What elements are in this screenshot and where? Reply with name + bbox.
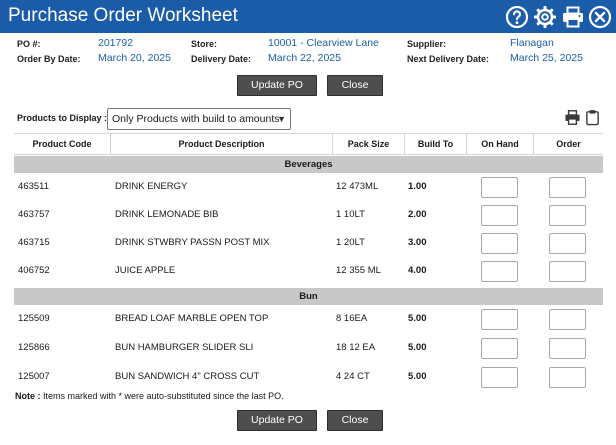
pack-size: 4 24 CT xyxy=(336,371,370,382)
product-code: 463511 xyxy=(18,181,49,192)
build-to: 4.00 xyxy=(408,265,427,276)
product-code: 463715 xyxy=(18,237,50,248)
update-po-button-bottom[interactable]: Update PO xyxy=(237,410,317,431)
order-input[interactable] xyxy=(549,309,586,330)
products-to-display-value: Only Products with build to amounts xyxy=(112,113,280,125)
close-icon[interactable] xyxy=(588,5,612,29)
chevron-down-icon: ▼ xyxy=(277,114,286,124)
on-hand-input[interactable] xyxy=(481,233,518,254)
gear-icon[interactable] xyxy=(533,5,557,29)
product-code: 125866 xyxy=(18,342,50,353)
clipboard-icon[interactable] xyxy=(584,109,601,126)
product-description: DRINK STWBRY PASSN POST MIX xyxy=(115,237,270,248)
table-row: 125007 BUN SANDWICH 4" CROSS CUT 4 24 CT… xyxy=(14,363,603,391)
table-header: Product Code Product Description Pack Si… xyxy=(14,133,603,155)
table-row: 406752 JUICE APPLE 12 355 ML 4.00 xyxy=(14,257,603,285)
table-row: 125509 BREAD LOAF MARBLE OPEN TOP 8 16EA… xyxy=(14,305,603,333)
on-hand-input[interactable] xyxy=(481,177,518,198)
on-hand-input[interactable] xyxy=(481,205,518,226)
column-header-product-code: Product Code xyxy=(32,139,92,149)
window-title: Purchase Order Worksheet xyxy=(8,5,238,26)
build-to: 5.00 xyxy=(408,371,427,382)
print-icon[interactable] xyxy=(561,5,585,29)
table-row: 463715 DRINK STWBRY PASSN POST MIX 1 20L… xyxy=(14,229,603,257)
build-to: 3.00 xyxy=(408,237,427,248)
supplier-value: Flanagan xyxy=(510,37,554,49)
build-to: 5.00 xyxy=(408,342,427,353)
note-label: Note : xyxy=(15,391,41,401)
column-header-on-hand: On Hand xyxy=(466,134,533,155)
group-header-bun: Bun xyxy=(14,288,603,305)
product-description: BUN HAMBURGER SLIDER SLI xyxy=(115,342,254,353)
help-icon[interactable] xyxy=(505,5,529,29)
next-delivery-date-label: Next Delivery Date: xyxy=(407,54,490,64)
delivery-date-value: March 22, 2025 xyxy=(268,52,341,64)
order-input[interactable] xyxy=(549,205,586,226)
po-number-label: PO #: xyxy=(17,39,41,49)
build-to: 5.00 xyxy=(408,313,427,324)
close-button-bottom[interactable]: Close xyxy=(327,410,383,431)
delivery-date-label: Delivery Date: xyxy=(191,54,252,64)
column-header-build-to: Build To xyxy=(404,134,466,155)
order-input[interactable] xyxy=(549,338,586,359)
product-description: DRINK ENERGY xyxy=(115,181,188,192)
order-input[interactable] xyxy=(549,233,586,254)
product-code: 125509 xyxy=(18,313,50,324)
pack-size: 8 16EA xyxy=(336,313,368,324)
pack-size: 12 355 ML xyxy=(336,265,381,276)
on-hand-input[interactable] xyxy=(481,367,518,388)
order-input[interactable] xyxy=(549,177,586,198)
store-value: 10001 - Clearview Lane xyxy=(268,37,379,49)
product-code: 125007 xyxy=(18,371,50,382)
order-input[interactable] xyxy=(549,261,586,282)
table-row: 463757 DRINK LEMONADE BIB 1 10LT 2.00 xyxy=(14,201,603,229)
on-hand-input[interactable] xyxy=(481,261,518,282)
table-row: 125866 BUN HAMBURGER SLIDER SLI 18 12 EA… xyxy=(14,334,603,362)
order-by-date-value: March 20, 2025 xyxy=(98,52,171,64)
product-description: JUICE APPLE xyxy=(115,265,176,276)
close-button-top[interactable]: Close xyxy=(327,75,383,96)
pack-size: 12 473ML xyxy=(336,181,379,192)
order-input[interactable] xyxy=(549,367,586,388)
next-delivery-date-value: March 25, 2025 xyxy=(510,52,583,64)
product-description: BREAD LOAF MARBLE OPEN TOP xyxy=(115,313,269,324)
print-table-icon[interactable] xyxy=(564,109,581,126)
po-number-value: 201792 xyxy=(98,37,134,49)
product-code: 406752 xyxy=(18,265,50,276)
title-bar: Purchase Order Worksheet xyxy=(0,0,616,33)
column-header-product-description: Product Description xyxy=(110,134,332,155)
product-description: BUN SANDWICH 4" CROSS CUT xyxy=(115,371,260,382)
pack-size: 1 20LT xyxy=(336,237,365,248)
column-header-order: Order xyxy=(533,134,603,155)
store-label: Store: xyxy=(191,39,218,49)
product-description: DRINK LEMONADE BIB xyxy=(115,209,219,220)
substitution-note: Note : Items marked with * were auto-sub… xyxy=(15,391,284,401)
column-header-pack-size: Pack Size xyxy=(332,134,404,155)
note-text: Items marked with * were auto-substitute… xyxy=(43,391,284,401)
build-to: 2.00 xyxy=(408,209,427,220)
products-to-display-select[interactable]: Only Products with build to amounts ▼ xyxy=(107,108,291,130)
products-to-display-label: Products to Display : xyxy=(17,113,108,123)
product-code: 463757 xyxy=(18,209,50,220)
order-by-date-label: Order By Date: xyxy=(17,54,81,64)
pack-size: 1 10LT xyxy=(336,209,365,220)
pack-size: 18 12 EA xyxy=(336,342,376,353)
group-header-beverages: Beverages xyxy=(14,156,603,173)
on-hand-input[interactable] xyxy=(481,338,518,359)
on-hand-input[interactable] xyxy=(481,309,518,330)
update-po-button-top[interactable]: Update PO xyxy=(237,75,317,96)
supplier-label: Supplier: xyxy=(407,39,447,49)
build-to: 1.00 xyxy=(408,181,427,192)
table-row: 463511 DRINK ENERGY 12 473ML 1.00 xyxy=(14,173,603,201)
